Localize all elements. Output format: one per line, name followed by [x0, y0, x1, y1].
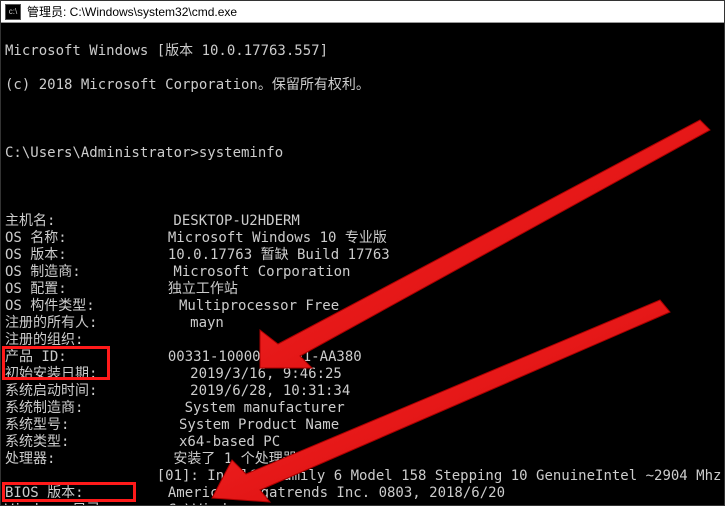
info-row: Windows 目录: C:\Windows [5, 502, 720, 505]
info-row: BIOS 版本: American Megatrends Inc. 0803, … [5, 485, 720, 502]
info-row: 注册的组织: [5, 332, 720, 349]
info-row: 系统制造商: System manufacturer [5, 400, 720, 417]
header-line: Microsoft Windows [版本 10.0.17763.557] [5, 43, 720, 60]
prompt-line: C:\Users\Administrator>systeminfo [5, 145, 720, 162]
info-row: 系统启动时间: 2019/6/28, 10:31:34 [5, 383, 720, 400]
info-row: OS 制造商: Microsoft Corporation [5, 264, 720, 281]
info-row: OS 配置: 独立工作站 [5, 281, 720, 298]
cmd-icon: c:\ [5, 4, 21, 20]
info-row: 处理器: 安装了 1 个处理器。 [5, 451, 720, 468]
cmd-window: c:\ 管理员: C:\Windows\system32\cmd.exe Mic… [0, 0, 725, 506]
terminal-output[interactable]: Microsoft Windows [版本 10.0.17763.557] (c… [1, 23, 724, 505]
info-row: 系统型号: System Product Name [5, 417, 720, 434]
info-row: 初始安装日期: 2019/3/16, 9:46:25 [5, 366, 720, 383]
blank-line [5, 111, 720, 128]
info-row: 系统类型: x64-based PC [5, 434, 720, 451]
info-row: 主机名: DESKTOP-U2HDERM [5, 213, 720, 230]
titlebar[interactable]: c:\ 管理员: C:\Windows\system32\cmd.exe [1, 1, 724, 23]
info-row: OS 名称: Microsoft Windows 10 专业版 [5, 230, 720, 247]
info-row: 产品 ID: 00331-10000-00001-AA380 [5, 349, 720, 366]
window-title: 管理员: C:\Windows\system32\cmd.exe [27, 3, 237, 20]
info-row: [01]: Intel64 Family 6 Model 158 Steppin… [5, 468, 720, 485]
copyright-line: (c) 2018 Microsoft Corporation。保留所有权利。 [5, 77, 720, 94]
blank-line [5, 179, 720, 196]
info-row: OS 构件类型: Multiprocessor Free [5, 298, 720, 315]
info-row: 注册的所有人: mayn [5, 315, 720, 332]
info-row: OS 版本: 10.0.17763 暂缺 Build 17763 [5, 247, 720, 264]
